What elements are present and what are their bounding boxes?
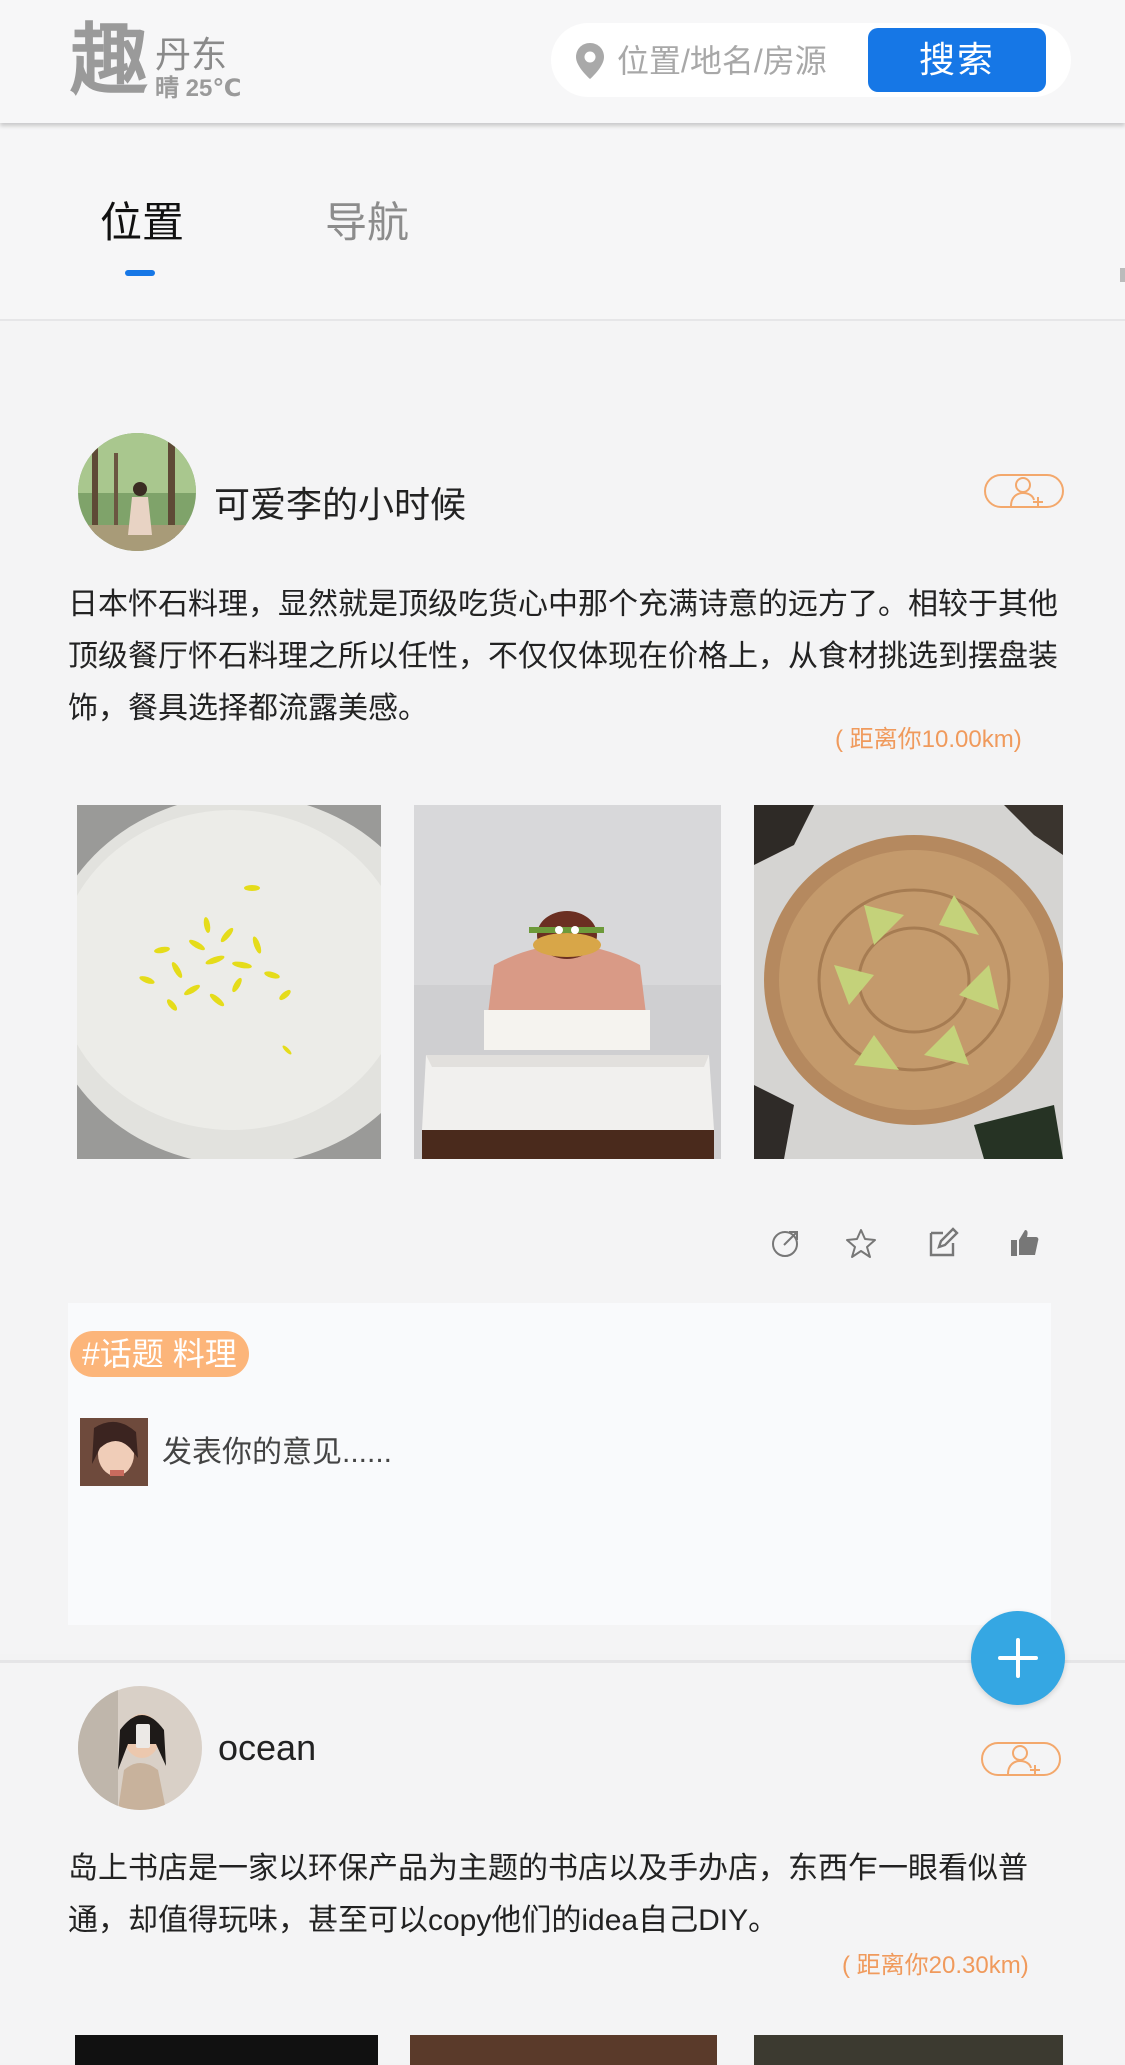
comment-avatar-photo xyxy=(80,1418,148,1486)
username[interactable]: ocean xyxy=(218,1727,316,1769)
plate-with-petals-image xyxy=(77,805,381,1159)
user-avatar[interactable] xyxy=(78,433,196,551)
avatar-photo xyxy=(78,433,196,551)
post-photo-2[interactable] xyxy=(414,805,721,1159)
location-pin-icon xyxy=(576,43,604,79)
share-icon[interactable] xyxy=(770,1227,802,1259)
tab-bar: 位置 导航 xyxy=(0,123,1125,321)
comment-section: #话题 料理 xyxy=(68,1303,1051,1625)
search-input[interactable] xyxy=(615,37,859,85)
distance-label: ( 距离你10.00km) xyxy=(835,726,1022,753)
avatar-photo xyxy=(78,1686,202,1810)
comment-user-avatar xyxy=(80,1418,148,1486)
follow-button[interactable] xyxy=(981,1742,1061,1776)
post-card: ocean 岛上书店是一家以环保产品为主题的书店以及手办店，东西乍一眼看似普通，… xyxy=(0,1660,1125,2065)
post-photo-3[interactable] xyxy=(754,2035,1063,2065)
add-post-button[interactable] xyxy=(971,1611,1065,1705)
add-user-icon xyxy=(1007,1745,1040,1775)
search-button[interactable]: 搜索 xyxy=(868,28,1046,92)
comment-input[interactable] xyxy=(160,1429,764,1477)
tab-location[interactable]: 位置 xyxy=(100,195,184,251)
plus-icon xyxy=(998,1638,1038,1678)
post-text: 日本怀石料理，显然就是顶级吃货心中那个充满诗意的远方了。相较于其他顶级餐厅怀石料… xyxy=(68,588,1058,725)
sushi-on-ice-image xyxy=(414,805,721,1159)
app-logo: 趣 xyxy=(70,15,149,106)
follow-button[interactable] xyxy=(984,474,1064,508)
tab-navigation[interactable]: 导航 xyxy=(325,195,409,251)
scrollbar[interactable] xyxy=(1120,268,1125,282)
search-bar[interactable]: 搜索 xyxy=(551,23,1071,97)
post-text: 岛上书店是一家以环保产品为主题的书店以及手办店，东西乍一眼看似普通，却值得玩味，… xyxy=(68,1852,1028,1937)
post-photo-2[interactable] xyxy=(410,2035,717,2065)
distance-label: ( 距离你20.30km) xyxy=(842,1952,1029,1979)
post-photo-3[interactable] xyxy=(754,805,1063,1159)
top-bar: 趣 丹东 晴 25℃ 搜索 xyxy=(0,0,1125,123)
thumbs-up-icon[interactable] xyxy=(1008,1227,1040,1259)
edit-icon[interactable] xyxy=(927,1227,959,1259)
weather-info: 晴 25℃ xyxy=(155,75,242,102)
topic-tag[interactable]: #话题 料理 xyxy=(70,1331,249,1377)
active-tab-indicator xyxy=(125,270,155,276)
post-card: 可爱李的小时候 日本怀石料理，显然就是顶级吃货心中那个充满诗意的远方了。相较于其… xyxy=(0,321,1125,1654)
post-photo-1[interactable] xyxy=(75,2035,378,2065)
wood-board-avocado-image xyxy=(754,805,1063,1159)
post-photo-1[interactable] xyxy=(77,805,381,1159)
username[interactable]: 可爱李的小时候 xyxy=(214,476,466,528)
add-user-icon xyxy=(1010,477,1043,507)
user-avatar[interactable] xyxy=(78,1686,202,1810)
star-icon[interactable] xyxy=(845,1227,877,1259)
